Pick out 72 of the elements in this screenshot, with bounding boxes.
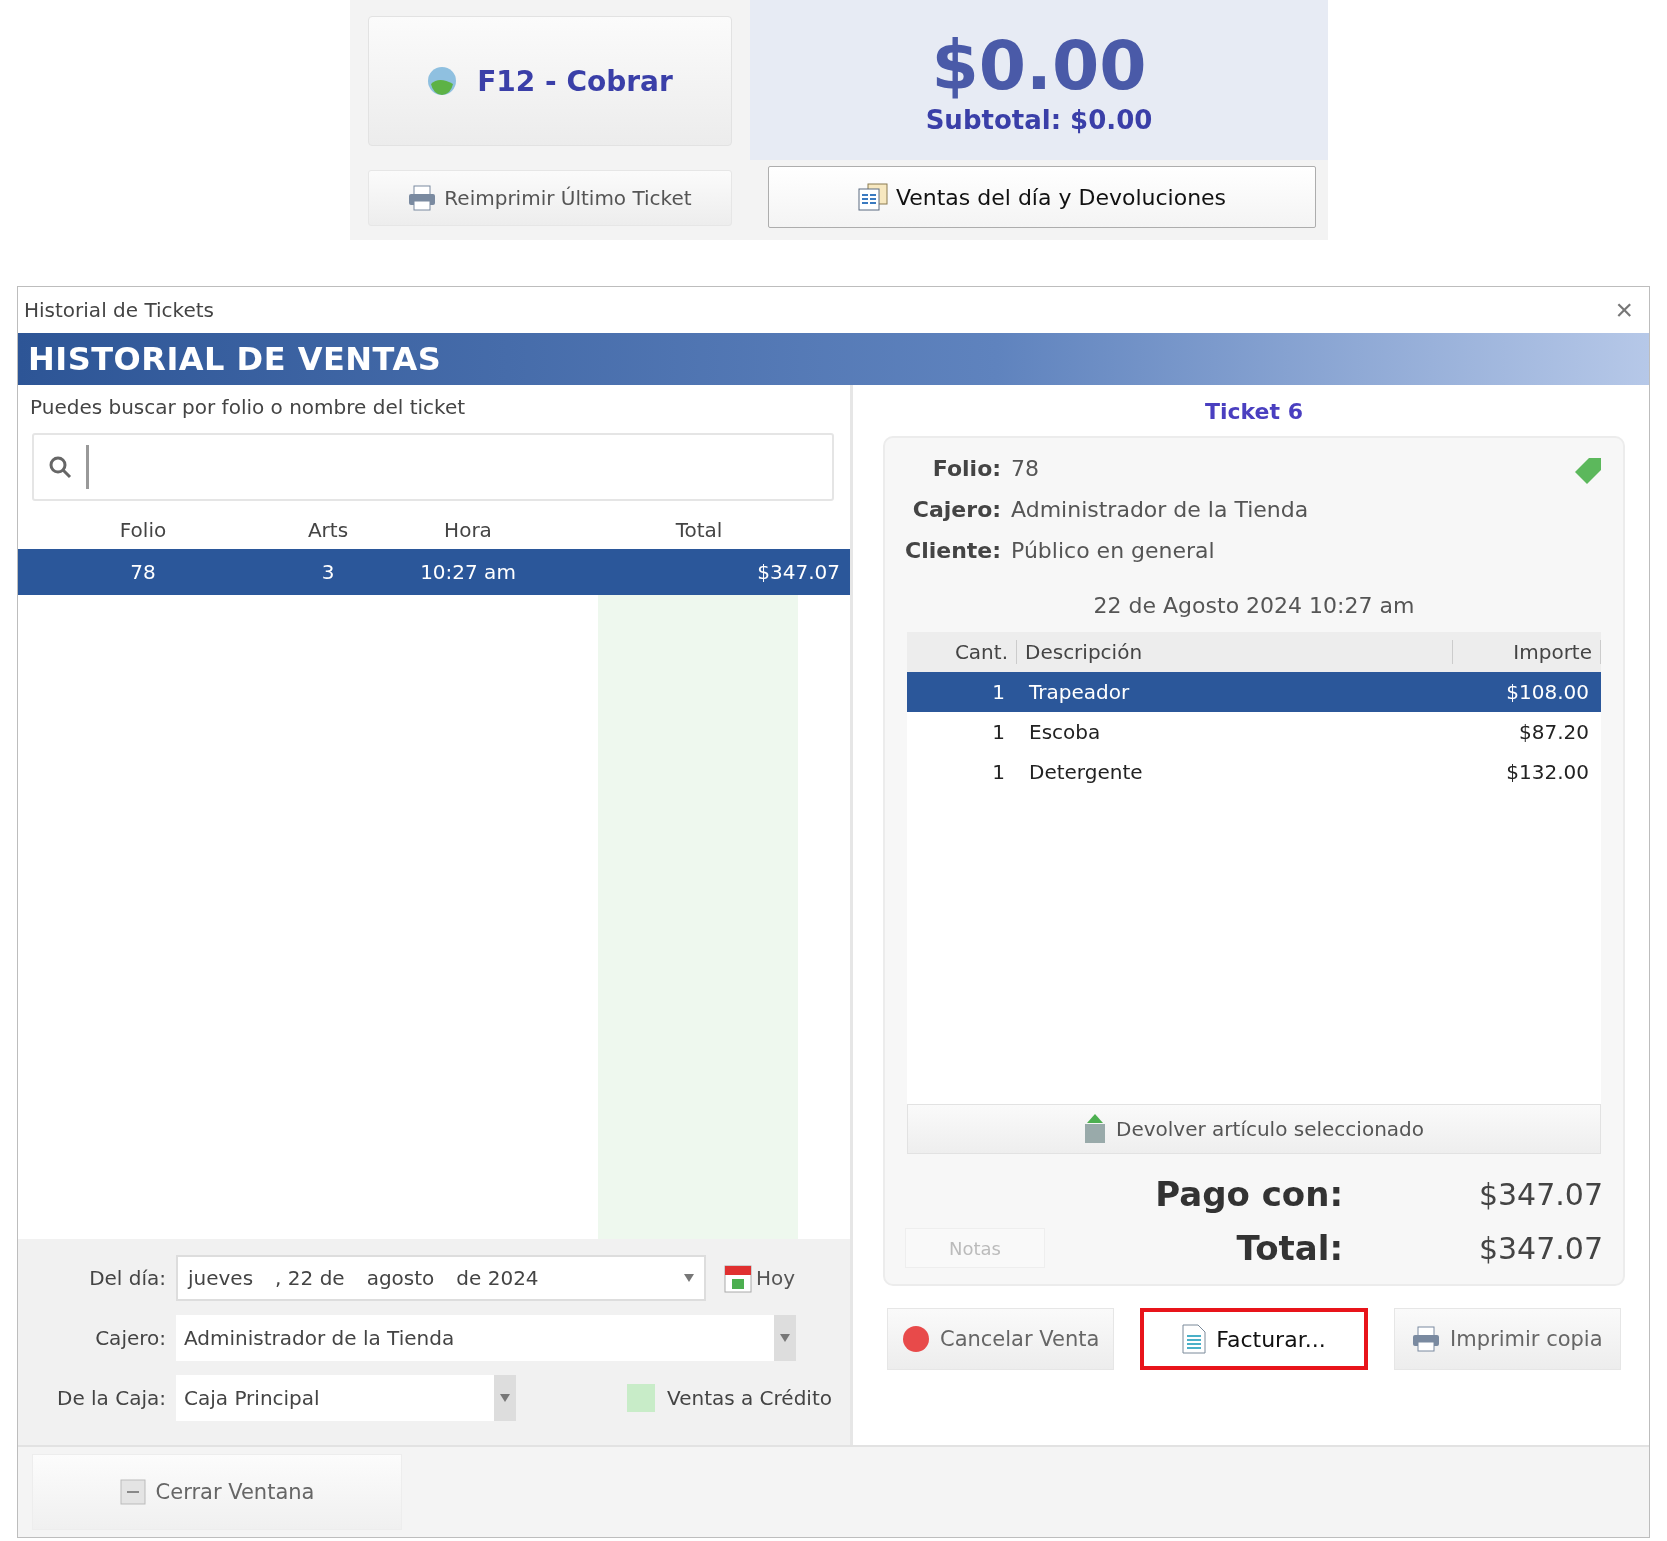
table-cell-text: Trapeador — [1028, 680, 1131, 704]
field-value: 78 — [1011, 456, 1041, 481]
window-title: Historial de Tickets — [24, 298, 214, 322]
table-cell-text: 1 — [991, 760, 1006, 784]
field-label: Cliente: — [905, 538, 1002, 563]
caret-icon — [500, 1394, 510, 1402]
legend-label: Ventas a Crédito — [667, 1386, 832, 1410]
search-hint: Puedes buscar por folio o nombre del ticket — [29, 394, 467, 421]
search-field[interactable] — [32, 433, 834, 501]
table-cell-text: Escoba — [1028, 720, 1102, 744]
date-field[interactable]: jueves , 22 de agosto de 2024 — [176, 1255, 706, 1301]
globe-icon — [427, 66, 458, 96]
reprint-button[interactable]: Reimprimir Último Ticket — [368, 170, 732, 226]
print-button[interactable]: Imprimir copia — [1393, 1308, 1621, 1370]
sales-button[interactable]: Ventas del día y Devoluciones — [768, 166, 1316, 228]
column-header: Cant. — [907, 640, 1017, 664]
register-label: De la Caja: — [56, 1386, 166, 1410]
ticket-row[interactable]: 78 3 10:27 am $347.07 — [18, 549, 850, 595]
paid-label: Pago con: — [1154, 1174, 1343, 1214]
cancel-button[interactable]: Cancelar Venta — [887, 1308, 1115, 1370]
column-header: Hora — [443, 518, 493, 542]
table-cell-text: 10:27 am — [419, 560, 517, 584]
table-cell-text: 1 — [991, 720, 1006, 744]
table-cell-text: $347.07 — [756, 560, 841, 584]
table-cell-text: $108.00 — [1505, 680, 1590, 704]
field-label: Folio: — [931, 456, 1002, 481]
column-header: Total — [674, 518, 724, 542]
search-icon — [48, 455, 72, 479]
table-cell-text: 3 — [320, 560, 336, 584]
ticket-title: Ticket 6 — [1203, 398, 1304, 426]
column-header: Arts — [306, 518, 350, 542]
header-title: HISTORIAL DE VENTAS — [28, 340, 442, 378]
printer-icon — [408, 185, 437, 211]
invoice-button[interactable]: Facturar... — [1140, 1308, 1368, 1370]
total-amount: $0.00 — [931, 25, 1147, 105]
calendar-icon — [724, 1263, 752, 1293]
box-icon — [1084, 1114, 1106, 1144]
window-icon — [119, 1479, 146, 1505]
total-value: $347.07 — [1477, 1230, 1603, 1266]
subtotal-text: Subtotal: $0.00 — [925, 104, 1153, 135]
column-header: Folio — [118, 518, 168, 542]
close-window-button[interactable]: Cerrar Ventana — [32, 1454, 402, 1530]
table-cell-text: Detergente — [1028, 760, 1144, 784]
day-label: Del día: — [88, 1266, 166, 1290]
text-cursor — [86, 445, 89, 489]
table-cell-text: 78 — [129, 560, 157, 584]
register-dropdown[interactable]: Caja Principal — [176, 1375, 516, 1421]
total-label: Total: — [1235, 1228, 1343, 1268]
paid-amount: $347.07 — [1477, 1176, 1603, 1212]
cashier-label: Cajero: — [94, 1326, 166, 1350]
cancel-icon — [901, 1325, 930, 1353]
caret-icon — [684, 1274, 694, 1282]
ticket-date: 22 de Agosto 2024 10:27 am — [1092, 592, 1416, 620]
item-row[interactable]: 1 Trapeador $108.00 — [907, 672, 1601, 712]
table-cell-text: 1 — [991, 680, 1006, 704]
return-button[interactable]: Devolver artículo seleccionado — [907, 1104, 1601, 1154]
caret-icon — [780, 1334, 790, 1342]
field-label: Cajero: — [911, 497, 1002, 522]
column-header: Descripción — [1017, 640, 1453, 664]
table-cell-text: $132.00 — [1505, 760, 1590, 784]
table-cell-text: $87.20 — [1518, 720, 1590, 744]
document-icon — [1182, 1324, 1207, 1354]
close-button[interactable]: × — [1611, 293, 1637, 327]
cashier-dropdown[interactable]: Administrador de la Tienda — [176, 1315, 796, 1361]
printer-icon — [1412, 1326, 1441, 1352]
field-value: Público en general — [1011, 538, 1216, 563]
today-button[interactable]: Hoy — [718, 1262, 802, 1294]
tag-icon — [1573, 456, 1603, 486]
charge-button[interactable]: F12 - Cobrar — [368, 16, 732, 146]
report-icon — [857, 183, 888, 211]
column-header: Importe — [1453, 640, 1601, 664]
field-value: Administrador de la Tienda — [1011, 497, 1309, 522]
